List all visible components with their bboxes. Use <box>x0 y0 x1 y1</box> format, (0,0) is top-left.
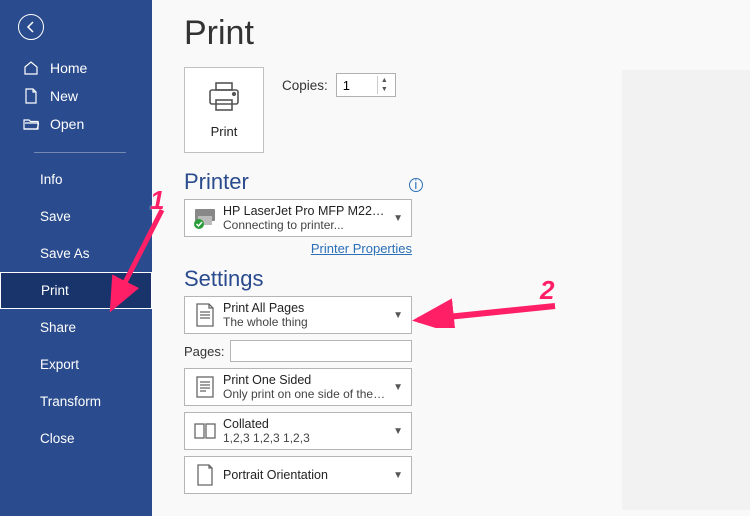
sides-line1: Print One Sided <box>223 373 389 387</box>
sidebar-item-label: Print <box>41 283 69 298</box>
orientation-line1: Portrait Orientation <box>223 468 389 482</box>
pages-input[interactable] <box>230 340 412 362</box>
printer-selector[interactable]: HP LaserJet Pro MFP M225d… Connecting to… <box>184 199 412 237</box>
copies-spinner[interactable]: ▲▼ <box>336 73 396 97</box>
printer-status: Connecting to printer... <box>223 218 389 232</box>
sidebar-item-label: Open <box>50 116 84 132</box>
sidebar-item-label: New <box>50 88 78 104</box>
print-preview-area <box>622 70 750 510</box>
copies-label: Copies: <box>282 78 328 93</box>
chevron-down-icon: ▼ <box>389 426 407 437</box>
collate-line1: Collated <box>223 417 389 431</box>
chevron-down-icon: ▼ <box>389 310 407 321</box>
pages-icon <box>191 301 219 329</box>
sidebar-item-label: Close <box>40 431 75 446</box>
sidebar-item-label: Home <box>50 60 87 76</box>
sides-line2: Only print on one side of the… <box>223 387 389 401</box>
settings-heading: Settings <box>184 266 264 292</box>
sidebar-item-label: Save <box>40 209 71 224</box>
sidebar-item-open[interactable]: Open <box>0 110 152 138</box>
sidebar-item-info[interactable]: Info <box>0 161 152 198</box>
print-scope-selector[interactable]: Print All Pages The whole thing ▼ <box>184 296 412 334</box>
sidebar-item-close[interactable]: Close <box>0 420 152 457</box>
backstage-sidebar: Home New Open Info Save Save As Print Sh… <box>0 0 152 516</box>
pages-label: Pages: <box>184 344 224 359</box>
sidebar-item-label: Export <box>40 357 79 372</box>
print-backstage-panel: Print Print Copies: ▲▼ Printer i HP Lase… <box>152 0 750 516</box>
annotation-callout-1: 1 <box>150 185 164 216</box>
orientation-selector[interactable]: Portrait Orientation ▼ <box>184 456 412 494</box>
sidebar-item-save-as[interactable]: Save As <box>0 235 152 272</box>
folder-open-icon <box>22 115 40 133</box>
collate-line2: 1,2,3 1,2,3 1,2,3 <box>223 431 389 445</box>
sidebar-item-save[interactable]: Save <box>0 198 152 235</box>
chevron-down-icon: ▼ <box>389 382 407 393</box>
annotation-callout-2: 2 <box>540 275 554 306</box>
portrait-icon <box>191 461 219 489</box>
copies-step-buttons[interactable]: ▲▼ <box>377 76 391 94</box>
sidebar-item-new[interactable]: New <box>0 82 152 110</box>
sidebar-item-label: Transform <box>40 394 101 409</box>
document-icon <box>22 87 40 105</box>
sidebar-divider <box>34 152 126 153</box>
printer-properties-link[interactable]: Printer Properties <box>184 241 412 256</box>
back-arrow-icon <box>24 20 38 34</box>
copies-input[interactable] <box>337 74 377 96</box>
print-button-label: Print <box>211 124 238 139</box>
one-sided-icon <box>191 373 219 401</box>
collated-icon <box>191 417 219 445</box>
chevron-down-icon: ▼ <box>389 213 407 224</box>
sidebar-item-label: Share <box>40 320 76 335</box>
printer-ready-icon <box>191 204 219 232</box>
sidebar-item-label: Info <box>40 172 63 187</box>
chevron-down-icon[interactable]: ▼ <box>378 85 391 94</box>
print-scope-line1: Print All Pages <box>223 301 389 315</box>
sidebar-item-label: Save As <box>40 246 90 261</box>
sidebar-item-transform[interactable]: Transform <box>0 383 152 420</box>
print-scope-line2: The whole thing <box>223 315 389 329</box>
collate-selector[interactable]: Collated 1,2,3 1,2,3 1,2,3 ▼ <box>184 412 412 450</box>
print-button[interactable]: Print <box>184 67 264 153</box>
info-icon[interactable]: i <box>409 178 423 192</box>
chevron-down-icon: ▼ <box>389 470 407 481</box>
chevron-up-icon[interactable]: ▲ <box>378 76 391 85</box>
sidebar-item-home[interactable]: Home <box>0 54 152 82</box>
printer-heading: Printer <box>184 169 249 195</box>
printer-icon <box>206 81 242 116</box>
sidebar-item-share[interactable]: Share <box>0 309 152 346</box>
printer-name: HP LaserJet Pro MFP M225d… <box>223 204 389 218</box>
sides-selector[interactable]: Print One Sided Only print on one side o… <box>184 368 412 406</box>
home-icon <box>22 59 40 77</box>
back-button[interactable] <box>18 14 44 40</box>
sidebar-item-print[interactable]: Print <box>0 272 152 309</box>
page-title: Print <box>184 14 750 53</box>
sidebar-item-export[interactable]: Export <box>0 346 152 383</box>
